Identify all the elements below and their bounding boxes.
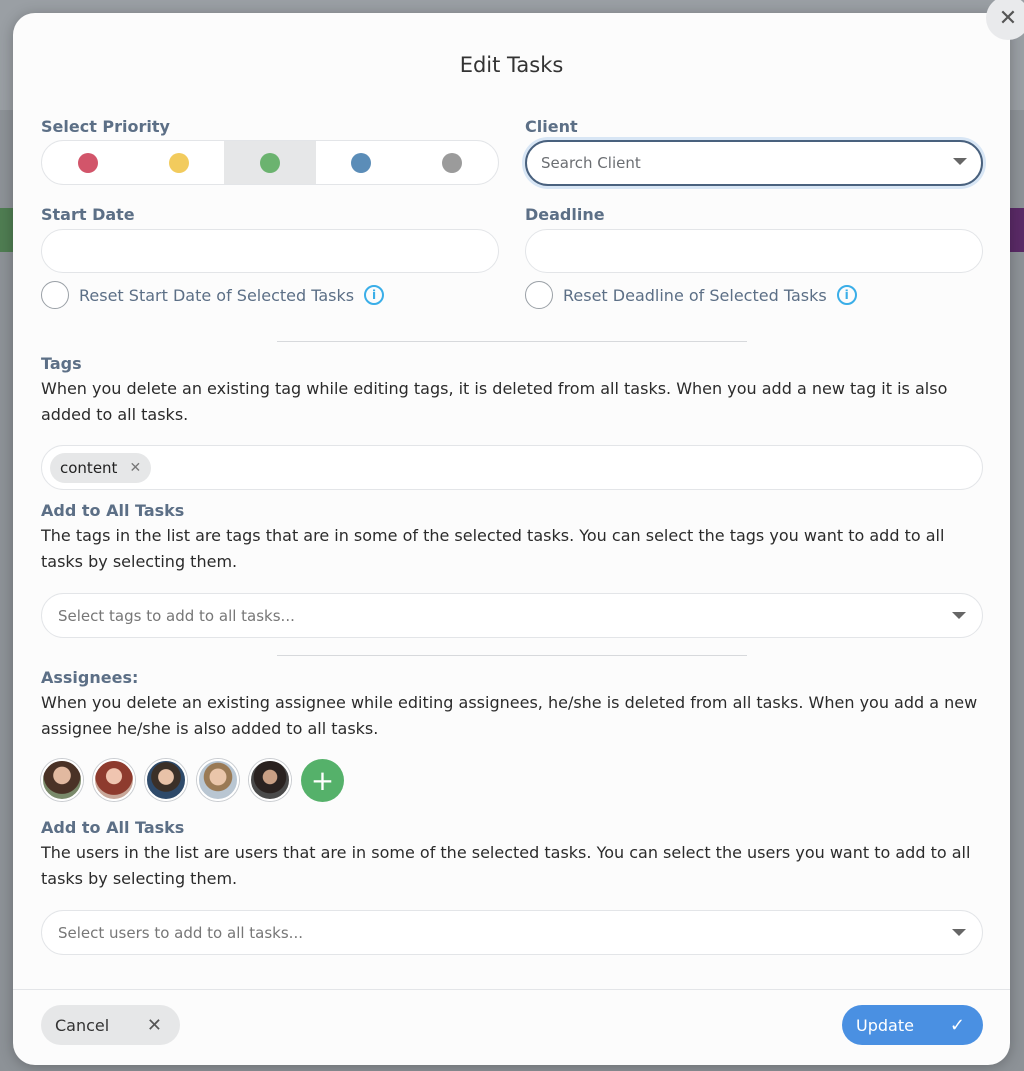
modal-title: Edit Tasks	[459, 53, 564, 77]
priority-option-gray[interactable]	[407, 141, 498, 184]
priority-option-green[interactable]	[224, 141, 316, 184]
reset-deadline-radio[interactable]	[525, 281, 553, 309]
tags-select-placeholder: Select tags to add to all tasks...	[58, 606, 295, 625]
plus-icon: +	[310, 764, 335, 797]
reset-deadline-label: Reset Deadline of Selected Tasks	[563, 285, 827, 305]
red-dot-icon	[77, 152, 98, 173]
assignees-add-all-label: Add to All Tasks	[41, 818, 185, 837]
avatar[interactable]	[249, 759, 291, 801]
priority-option-yellow[interactable]	[133, 141, 224, 184]
start-date-label: Start Date	[41, 205, 135, 224]
gray-dot-icon	[442, 152, 463, 173]
assignee-avatars: +	[41, 759, 344, 802]
green-dot-icon	[260, 152, 280, 173]
avatar[interactable]	[197, 759, 239, 801]
client-select[interactable]: Search Client	[525, 140, 983, 186]
priority-option-red[interactable]	[42, 141, 133, 184]
add-assignee-button[interactable]: +	[301, 759, 344, 802]
users-add-all-select[interactable]: Select users to add to all tasks...	[41, 910, 983, 955]
checkmark-icon: ✓	[949, 1014, 965, 1036]
info-icon[interactable]: i	[836, 285, 857, 305]
chevron-down-icon	[953, 158, 967, 165]
background-left-strip	[0, 208, 14, 252]
tags-add-all-label: Add to All Tasks	[41, 501, 185, 520]
tags-label: Tags	[41, 354, 82, 373]
assignees-add-all-description: The users in the list are users that are…	[41, 843, 971, 888]
update-button[interactable]: Update ✓	[842, 1005, 983, 1045]
avatar[interactable]	[93, 759, 135, 801]
tags-add-all-select[interactable]: Select tags to add to all tasks...	[41, 593, 983, 638]
background-right-strip	[1010, 208, 1024, 252]
edit-tasks-modal: Edit Tasks Select Priority Client Search…	[13, 13, 1010, 1065]
reset-start-date-option[interactable]: Reset Start Date of Selected Tasks i	[41, 281, 385, 309]
reset-start-date-label: Reset Start Date of Selected Tasks	[79, 285, 355, 305]
reset-start-date-radio[interactable]	[41, 281, 69, 309]
start-date-input[interactable]	[41, 229, 499, 273]
close-icon: ✕	[998, 5, 1018, 31]
close-icon: ✕	[146, 1014, 162, 1036]
tags-description: When you delete an existing tag while ed…	[41, 379, 948, 424]
tags-add-all-description: The tags in the list are tags that are i…	[41, 526, 945, 571]
cancel-button[interactable]: Cancel ✕	[41, 1005, 180, 1045]
avatar[interactable]	[145, 759, 187, 801]
update-label: Update	[856, 1015, 914, 1035]
tags-input[interactable]: content ✕	[41, 445, 983, 490]
info-icon[interactable]: i	[364, 285, 385, 305]
avatar[interactable]	[41, 759, 83, 801]
chevron-down-icon	[952, 929, 966, 936]
tag-chip: content ✕	[50, 452, 152, 483]
remove-tag-icon[interactable]: ✕	[129, 460, 141, 476]
yellow-dot-icon	[168, 152, 189, 173]
assignees-label: Assignees:	[41, 668, 139, 687]
priority-selector	[41, 140, 499, 185]
priority-label: Select Priority	[41, 117, 170, 136]
tag-chip-label: content	[60, 458, 118, 477]
client-label: Client	[525, 117, 578, 136]
users-select-placeholder: Select users to add to all tasks...	[58, 923, 303, 942]
cancel-label: Cancel	[55, 1015, 110, 1035]
reset-deadline-option[interactable]: Reset Deadline of Selected Tasks i	[525, 281, 857, 309]
blue-dot-icon	[351, 152, 372, 173]
chevron-down-icon	[952, 612, 966, 619]
section-divider	[277, 655, 747, 656]
section-divider	[277, 341, 747, 342]
priority-option-blue[interactable]	[316, 141, 407, 184]
footer-divider	[13, 989, 1010, 990]
assignees-description: When you delete an existing assignee whi…	[41, 693, 978, 738]
deadline-label: Deadline	[525, 205, 605, 224]
deadline-input[interactable]	[525, 229, 983, 273]
client-placeholder: Search Client	[541, 154, 641, 172]
